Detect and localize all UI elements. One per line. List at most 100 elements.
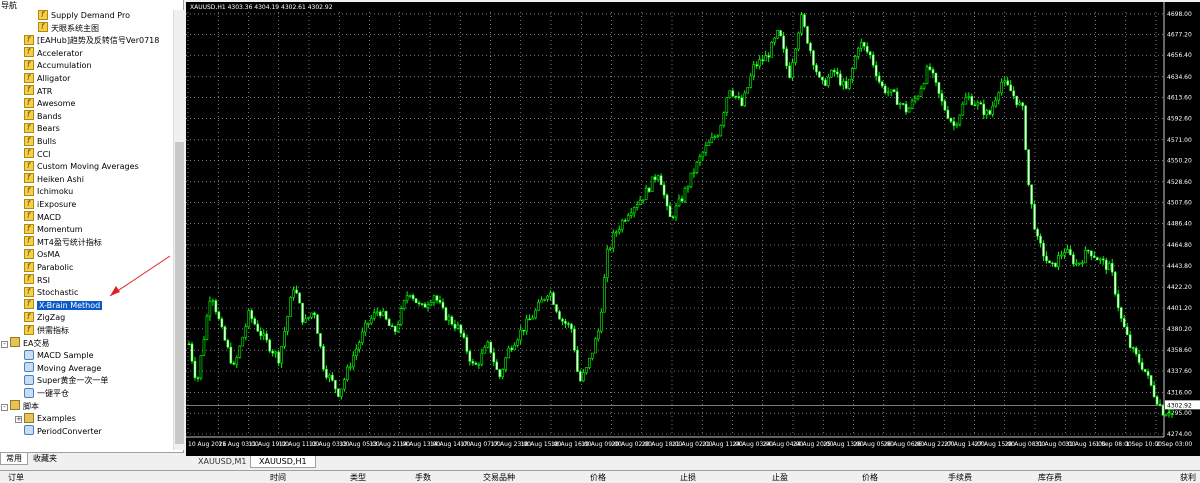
candle-body xyxy=(486,341,490,348)
candle-body xyxy=(791,62,794,78)
col-type[interactable]: 类型 xyxy=(350,472,366,483)
tree-item-label: Accelerator xyxy=(37,48,83,58)
candle-body xyxy=(1054,262,1057,267)
col-symbol[interactable]: 交易品种 xyxy=(483,472,515,483)
col-stoploss[interactable]: 止损 xyxy=(680,472,696,483)
candle-body xyxy=(1036,228,1039,237)
tab-xauusd-m1[interactable]: XAUUSD,M1 xyxy=(190,456,256,468)
col-price[interactable]: 价格 xyxy=(590,472,606,483)
tree-item[interactable]: MT4盈亏统计指标 xyxy=(24,235,102,249)
indicator-icon xyxy=(24,298,34,310)
col-order[interactable]: 订单 xyxy=(8,472,24,483)
tree-item[interactable]: [EAHub]趋势及反转信号Ver0718 xyxy=(24,34,159,47)
col-swap[interactable]: 库存费 xyxy=(1038,472,1062,483)
y-tick-label: 4274.00 xyxy=(1167,431,1192,438)
tree-item-label: ATR xyxy=(37,86,53,96)
candle-body xyxy=(307,317,310,319)
tree-item[interactable]: Accumulation xyxy=(24,59,92,72)
tree-item[interactable]: Awesome xyxy=(24,97,75,110)
tree-item[interactable]: X-Brain Method xyxy=(24,298,103,312)
tree-item[interactable]: Ichimoku xyxy=(24,185,73,198)
tree-item[interactable]: 供需指标 xyxy=(24,324,69,337)
indicator-icon xyxy=(24,273,34,285)
col-current-price[interactable]: 价格 xyxy=(862,472,878,483)
candle-body xyxy=(438,300,442,303)
tree-item[interactable]: 天眼系统主图 xyxy=(38,21,99,35)
candle-body xyxy=(594,338,597,354)
candle-body xyxy=(375,311,379,314)
col-lots[interactable]: 手数 xyxy=(415,472,431,483)
col-takeprofit[interactable]: 止盈 xyxy=(772,472,788,483)
y-tick-label: 4571.00 xyxy=(1167,137,1192,144)
tab-common[interactable]: 常用 xyxy=(0,453,28,465)
tree-item[interactable]: Supply Demand Pro xyxy=(38,10,130,22)
candle-body xyxy=(1090,250,1093,257)
candle-body xyxy=(429,302,433,306)
candle-body xyxy=(534,309,537,319)
tree-item[interactable]: Momentum xyxy=(24,223,83,236)
tree-item[interactable]: PeriodConverter xyxy=(24,425,102,438)
candle-body xyxy=(381,310,385,316)
candle-body xyxy=(827,76,830,86)
y-tick-label: 4422.20 xyxy=(1167,284,1192,291)
tree-item[interactable]: Accelerator xyxy=(24,46,83,60)
tab-favorites[interactable]: 收藏夹 xyxy=(28,453,62,465)
col-profit[interactable]: 获利 xyxy=(1180,472,1196,483)
col-commission[interactable]: 手续费 xyxy=(948,472,972,483)
tree-item[interactable]: ZigZag xyxy=(24,311,66,324)
tree-item[interactable]: iExposure xyxy=(24,198,76,211)
candle-body xyxy=(919,88,923,97)
tree-item[interactable]: Stochastic xyxy=(24,286,78,299)
candle-body xyxy=(588,357,591,368)
navigator-tabs: 常用 收藏夹 xyxy=(0,452,184,465)
tree-item-label: Bulls xyxy=(37,137,57,146)
candle-body xyxy=(895,91,899,105)
tree-item[interactable]: Alligator xyxy=(24,72,70,85)
tree-item[interactable]: Super黄金一次一单 xyxy=(24,374,108,387)
candle-body xyxy=(662,184,666,196)
candle-body xyxy=(543,298,546,301)
candle-body xyxy=(617,229,621,233)
candle-body xyxy=(196,377,200,379)
y-tick-label: 4634.60 xyxy=(1167,74,1192,81)
navigator-scrollbar[interactable] xyxy=(173,10,184,450)
candle-body xyxy=(346,366,349,380)
y-tick-label: 4316.00 xyxy=(1167,389,1192,396)
candle-body xyxy=(573,328,576,351)
candle-body xyxy=(244,326,248,338)
candle-body xyxy=(1024,105,1027,150)
candle-body xyxy=(447,316,451,321)
tree-item[interactable]: MACD Sample xyxy=(24,349,94,362)
candle-body xyxy=(865,46,869,53)
candle-body xyxy=(1164,414,1168,417)
candle-body xyxy=(253,318,257,325)
y-tick-label: 4550.20 xyxy=(1167,157,1192,164)
tab-xauusd-h1[interactable]: XAUUSD,H1 xyxy=(250,456,316,468)
tree-item[interactable]: - 脚本 xyxy=(1,400,39,413)
collapse-icon[interactable]: - xyxy=(1,403,8,411)
tree-item[interactable]: Moving Average xyxy=(24,362,101,375)
candle-body xyxy=(1096,257,1099,261)
expert-icon xyxy=(24,425,34,436)
tree-item[interactable]: Parabolic xyxy=(24,261,73,274)
collapse-icon[interactable]: - xyxy=(1,340,8,348)
tree-item[interactable]: 一键平仓 xyxy=(24,387,69,400)
tree-item[interactable]: + Examples xyxy=(15,412,76,425)
tree-item[interactable]: Custom Moving Averages xyxy=(24,160,139,173)
candle-body xyxy=(1075,263,1078,265)
folder-icon xyxy=(10,337,20,348)
col-time[interactable]: 时间 xyxy=(270,472,286,483)
tree-item[interactable]: Heiken Ashi xyxy=(24,172,84,186)
tree-item[interactable]: - EA交易 xyxy=(1,337,50,350)
x-tick-label: 2 Sep 03:00 xyxy=(1156,441,1192,448)
candle-body xyxy=(304,318,307,323)
candle-body xyxy=(310,312,313,318)
candle-body xyxy=(459,324,463,334)
price-chart[interactable]: 4698.00 4677.20 4656.40 4634.60 4613.60 4592.… xyxy=(186,2,1200,456)
candle-body xyxy=(495,361,499,370)
expand-icon[interactable]: + xyxy=(15,416,22,424)
candle-body xyxy=(955,123,959,126)
candle-body xyxy=(848,78,851,89)
tree-item-label: ZigZag xyxy=(37,313,66,323)
candle-body xyxy=(558,311,561,320)
